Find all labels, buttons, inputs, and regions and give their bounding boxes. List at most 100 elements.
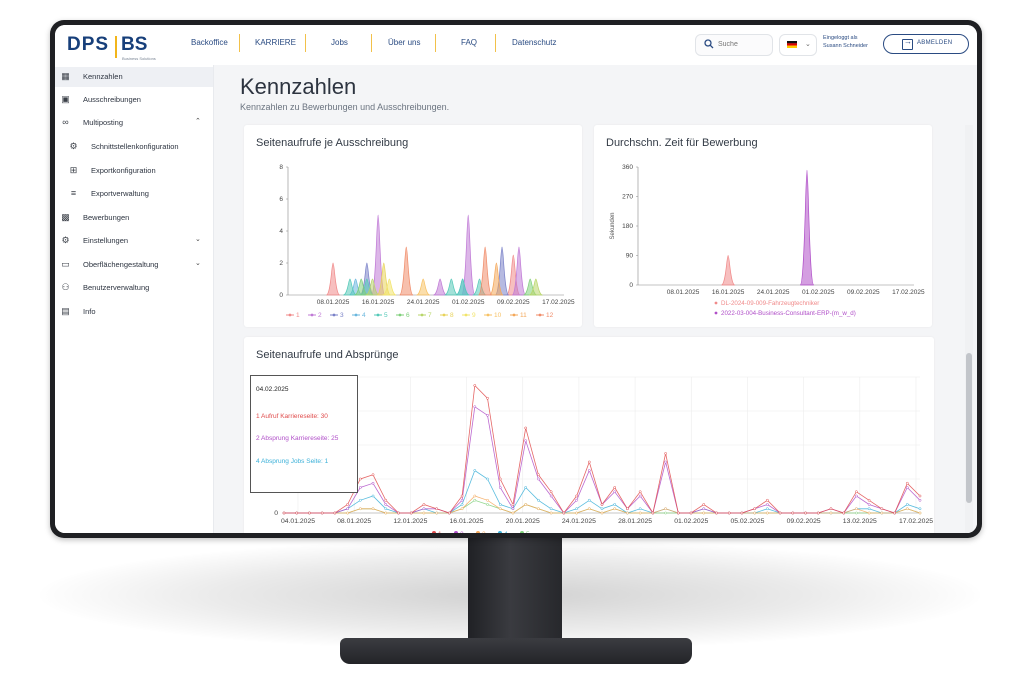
search-box[interactable] xyxy=(695,34,773,56)
point-series-3 xyxy=(753,511,756,515)
y-tick-label: 6 xyxy=(279,196,283,203)
sidebar-item-kennzahlen[interactable]: ▦ Kennzahlen xyxy=(55,67,213,87)
point-series-3 xyxy=(918,511,922,515)
sidebar-item-bewerbungen[interactable]: ▩ Bewerbungen xyxy=(55,208,213,228)
point-series-2 xyxy=(511,507,515,511)
sidebar-item-label: Exportkonfiguration xyxy=(91,166,156,175)
x-tick-label: 20.01.2025 xyxy=(506,518,540,525)
sidebar-item-label: Exportverwaltung xyxy=(91,189,149,198)
sidebar-item-benutzerverwaltung[interactable]: ⚇ Benutzerverwaltung xyxy=(55,278,213,298)
legend-label: 6 xyxy=(406,312,410,319)
point-series-4 xyxy=(460,503,464,506)
language-select[interactable]: ⌄ xyxy=(779,34,817,56)
point-series-1 xyxy=(867,498,871,502)
scrollbar[interactable] xyxy=(965,125,973,533)
sidebar-item-oberflaechengestaltung[interactable]: ▭ Oberflächengestaltung ⌄ xyxy=(55,255,213,275)
plus-box-icon: ⊞ xyxy=(69,165,78,175)
point-series-4 xyxy=(867,507,871,511)
sidebar-item-info[interactable]: ▤ Info xyxy=(55,302,213,322)
nav-separator xyxy=(305,34,306,52)
point-series-4 xyxy=(371,494,375,498)
logout-label: ABMELDEN xyxy=(917,40,953,46)
legend-dot-series-2 xyxy=(454,531,458,533)
area-peak-series-5 xyxy=(444,278,459,296)
sidebar-item-multiposting[interactable]: ∞ Multiposting ⌃ xyxy=(55,113,213,133)
area-peak-series-2022-03-004-Business-Consultant-ERP-(m_w_d) xyxy=(799,169,815,286)
x-tick-label: 24.01.2025 xyxy=(407,299,440,306)
point-series-1 xyxy=(842,511,846,515)
x-tick-label: 16.01.2025 xyxy=(362,299,395,306)
point-series-1 xyxy=(524,426,528,430)
point-series-2 xyxy=(575,498,578,502)
nav-faq[interactable]: FAQ xyxy=(461,38,477,47)
point-series-1 xyxy=(575,494,578,498)
point-series-2 xyxy=(524,439,528,443)
point-series-3 xyxy=(473,494,477,498)
point-series-3 xyxy=(638,511,642,515)
point-series-2 xyxy=(613,490,617,494)
point-series-1 xyxy=(409,511,413,515)
point-series-1 xyxy=(498,477,502,481)
point-series-4 xyxy=(486,477,489,481)
sidebar-item-schnittstellenkonfiguration[interactable]: ⚙ Schnittstellenkonfiguration xyxy=(55,137,213,157)
point-series-3 xyxy=(498,507,502,511)
y-tick-label: 0 xyxy=(274,510,278,517)
sidebar-item-einstellungen[interactable]: ⚙ Einstellungen ⌄ xyxy=(55,231,213,251)
logo[interactable]: DPS BS Business Solutions xyxy=(67,32,167,61)
y-tick-label: 0 xyxy=(629,282,633,289)
users-icon: ⚇ xyxy=(61,282,70,292)
point-series-1 xyxy=(880,507,884,511)
point-series-4 xyxy=(587,498,591,502)
logout-button[interactable]: → ABMELDEN xyxy=(883,34,969,54)
point-series-1 xyxy=(702,503,706,506)
nav-karriere[interactable]: KARRIERE xyxy=(255,38,296,47)
point-series-2 xyxy=(371,481,375,485)
nav-datenschutz[interactable]: Datenschutz xyxy=(512,38,556,47)
point-series-2 xyxy=(766,503,769,506)
sidebar-item-exportkonfiguration[interactable]: ⊞ Exportkonfiguration xyxy=(55,161,213,181)
logo-text-right: BS xyxy=(121,34,148,55)
point-series-2 xyxy=(346,507,349,511)
point-series-2 xyxy=(498,486,502,489)
point-series-1 xyxy=(600,503,604,506)
point-series-2 xyxy=(638,494,642,498)
x-tick-label: 17.02.2025 xyxy=(542,299,575,306)
point-series-5 xyxy=(473,498,477,502)
point-series-2 xyxy=(587,469,591,472)
sidebar-item-ausschreibungen[interactable]: ▣ Ausschreibungen xyxy=(55,90,213,110)
documents-icon: ▣ xyxy=(61,94,70,104)
point-series-3 xyxy=(537,507,540,511)
point-series-1 xyxy=(320,511,324,515)
y-tick-label: 90 xyxy=(626,253,634,260)
point-series-4 xyxy=(575,507,578,511)
y-tick-label: 270 xyxy=(622,194,633,201)
point-series-3 xyxy=(384,511,388,515)
point-series-3 xyxy=(460,507,464,511)
x-tick-label: 16.01.2025 xyxy=(450,518,484,525)
area-chart-seitenaufrufe: 0 2 4 6 8 08.01.2025 16.01.2025 24.01.2025 01.02… xyxy=(279,164,575,319)
point-series-3 xyxy=(905,507,909,511)
legend-dot-series-4 xyxy=(498,531,502,533)
point-series-1 xyxy=(715,511,718,515)
point-series-2 xyxy=(473,405,477,409)
nav-jobs[interactable]: Jobs xyxy=(331,38,348,47)
sidebar-item-label: Multiposting xyxy=(83,118,124,127)
sidebar-item-exportverwaltung[interactable]: ≡ Exportverwaltung xyxy=(55,184,213,204)
point-series-1 xyxy=(791,511,795,515)
point-series-3 xyxy=(626,511,629,515)
x-tick-label: 13.02.2025 xyxy=(843,518,877,525)
point-series-1 xyxy=(486,396,489,400)
top-navbar: DPS BS Business Solutions Backoffice KAR… xyxy=(55,25,977,66)
search-input[interactable] xyxy=(718,38,766,51)
main-content: Kennzahlen Kennzahlen zu Bewerbungen und… xyxy=(214,65,977,533)
nav-ueber-uns[interactable]: Über uns xyxy=(388,38,420,47)
legend-dot-series-1 xyxy=(288,313,292,317)
legend-dot-series-5 xyxy=(520,531,524,533)
scrollbar-thumb[interactable] xyxy=(966,353,972,503)
legend-dot-series-3 xyxy=(332,313,336,317)
page-title: Kennzahlen xyxy=(240,74,357,99)
nav-backoffice[interactable]: Backoffice xyxy=(191,38,228,47)
chart-card-durchschn-zeit: Durchschn. Zeit für Bewerbung 0 90 180 270 3… xyxy=(594,125,932,327)
line-series-2 xyxy=(284,406,921,514)
point-series-2 xyxy=(905,486,909,489)
